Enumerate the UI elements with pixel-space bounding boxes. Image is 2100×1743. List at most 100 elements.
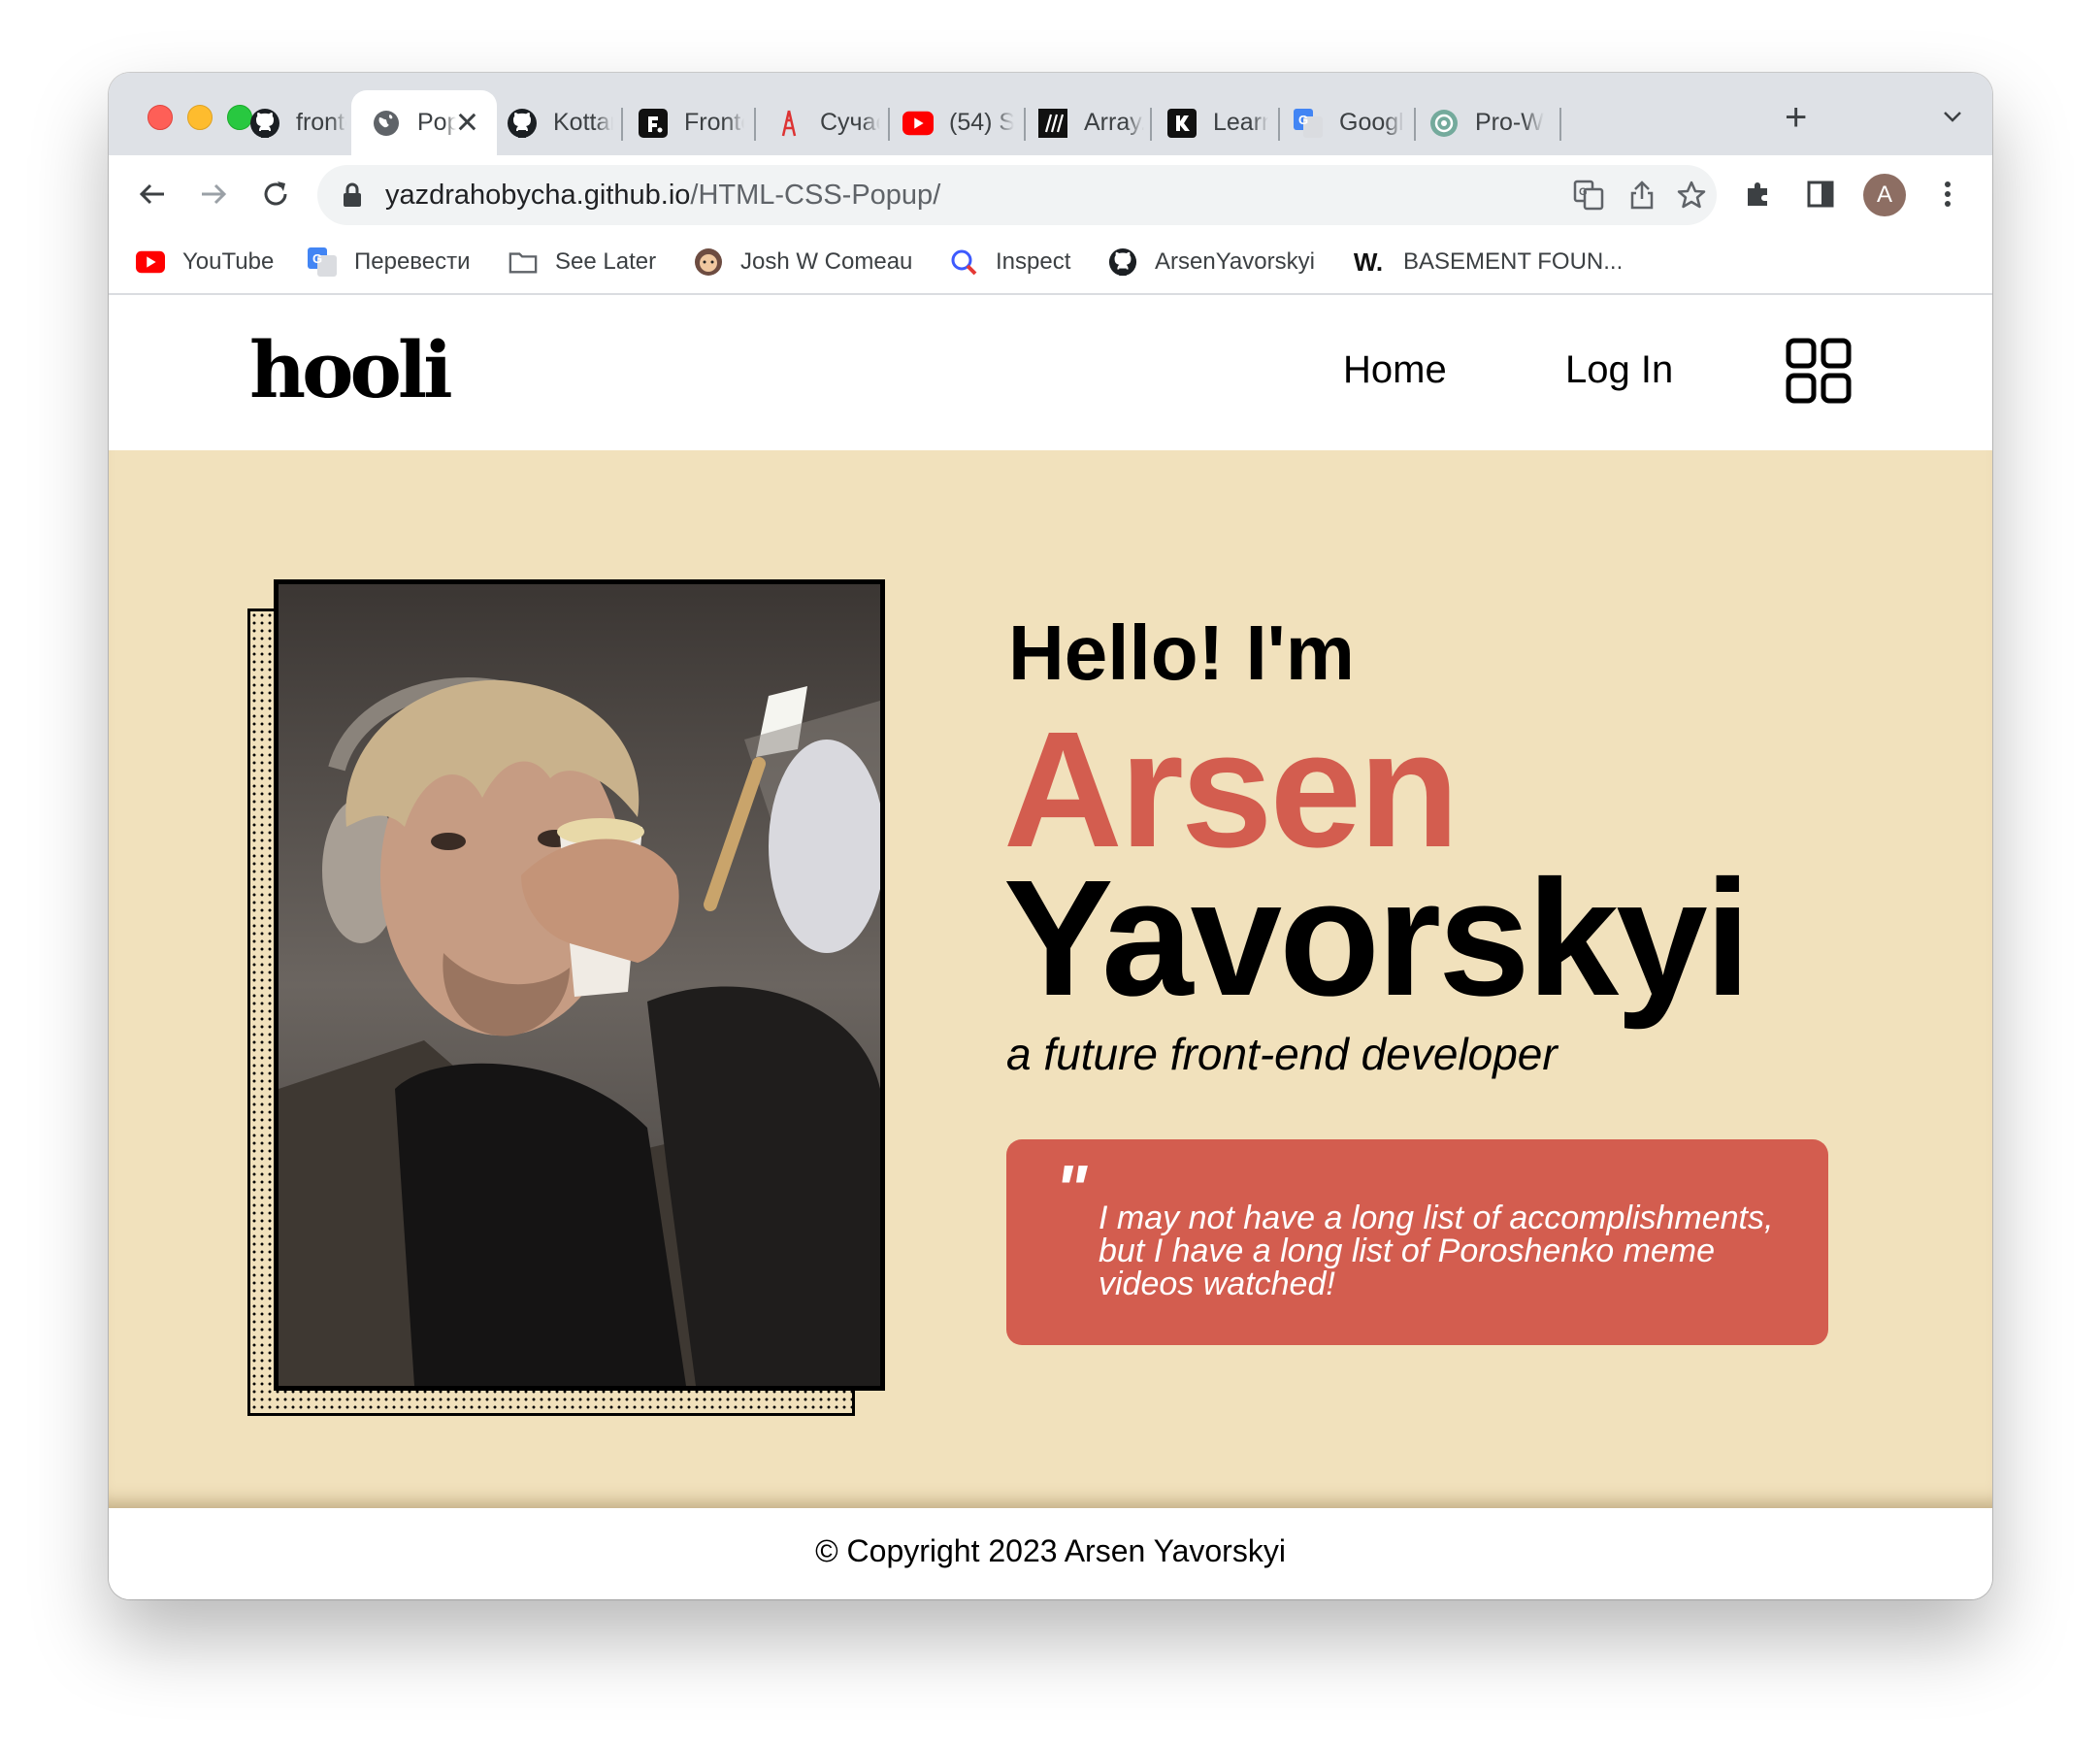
bookmark-see-later[interactable]: See Later [509, 243, 656, 281]
tab-title: Learn [1213, 109, 1268, 136]
tab-kottans[interactable]: Kottans [507, 90, 613, 155]
portrait-image [279, 584, 880, 1386]
profile-avatar[interactable]: A [1863, 174, 1906, 216]
quote-text: I may not have a long list of accomplish… [1099, 1200, 1774, 1302]
close-window-button[interactable] [148, 105, 173, 130]
tab-title: Google [1339, 109, 1404, 136]
youtube-icon [902, 108, 934, 139]
reload-icon [264, 181, 287, 206]
tab-separator [888, 108, 890, 141]
browser-toolbar: yazdrahobycha.github.io/HTML-CSS-Popup/ … [109, 155, 1992, 233]
mdn-icon [1037, 108, 1068, 139]
tower-icon [773, 108, 804, 139]
tab-title: Frontend [684, 109, 744, 136]
tab-title: Сучасна [820, 109, 880, 136]
learn-icon [1166, 108, 1198, 139]
site-footer: © Copyright 2023 Arsen Yavorskyi [109, 1508, 1992, 1599]
lock-icon[interactable] [335, 178, 370, 213]
bookmark-label: YouTube [182, 248, 275, 275]
extensions-icon[interactable] [1739, 175, 1778, 214]
tab-google[interactable]: G Google [1293, 90, 1404, 155]
forward-arrow-icon [202, 183, 227, 205]
bookmark-josh-comeau[interactable]: Josh W Comeau [694, 243, 912, 281]
avatar-icon [694, 247, 723, 277]
github-icon [507, 108, 538, 139]
tab-title: Kottans [553, 109, 613, 136]
quote-mark-icon: " [1055, 1151, 1088, 1227]
github-icon [1108, 247, 1137, 277]
share-icon[interactable] [1624, 178, 1659, 213]
translate-icon[interactable]: G [1571, 178, 1606, 213]
back-arrow-icon [139, 183, 164, 205]
bookmark-inspect[interactable]: Inspect [949, 243, 1070, 281]
close-tab-icon[interactable]: ✕ [455, 106, 479, 140]
inspect-icon [949, 247, 978, 277]
url-path: /HTML-CSS-Popup/ [690, 180, 941, 211]
bookmarks-bar: YouTube G Перевести See Later Josh W Com… [109, 233, 1992, 295]
frontend-mentor-icon [638, 108, 669, 139]
svg-text:G: G [1579, 186, 1588, 198]
nav-home-link[interactable]: Home [1343, 348, 1447, 392]
bookmark-youtube[interactable]: YouTube [136, 243, 274, 281]
grid-menu-icon[interactable] [1786, 338, 1852, 404]
web-page: hooli Home Log In Hello! I'm Arsen Yavor… [109, 295, 1992, 1599]
hero-last-name: Yavorskyi [1003, 846, 1751, 1031]
google-translate-icon: G [308, 247, 337, 277]
tab-frontend-mentor[interactable]: Frontend [638, 90, 744, 155]
side-panel-icon[interactable] [1801, 175, 1840, 214]
bookmark-label: BASEMENT FOUN... [1403, 248, 1624, 275]
copyright-text: © Copyright 2023 Arsen Yavorskyi [815, 1533, 1286, 1568]
tab-title: Array. [1084, 109, 1144, 136]
hero-tagline: a future front-end developer [1006, 1029, 1558, 1079]
tab-search-button[interactable] [1938, 102, 1967, 136]
tab-title: frontend [296, 109, 346, 136]
bookmark-arsen-github[interactable]: ArsenYavorskyi [1108, 243, 1315, 281]
back-button[interactable] [133, 175, 172, 214]
tab-suchasna[interactable]: Сучасна [773, 90, 880, 155]
site-header: hooli Home Log In [109, 295, 1992, 450]
minimize-window-button[interactable] [187, 105, 213, 130]
bookmark-label: Inspect [996, 248, 1071, 275]
tab-title: (54) S [949, 109, 1014, 136]
bookmark-label: Josh W Comeau [740, 248, 913, 275]
folder-icon [509, 247, 538, 277]
tab-separator [621, 108, 623, 141]
reload-button[interactable] [256, 175, 295, 214]
google-translate-icon: G [1293, 108, 1324, 139]
bookmark-translate[interactable]: G Перевести [308, 243, 471, 281]
new-tab-button[interactable]: + [1785, 96, 1807, 140]
address-bar[interactable]: yazdrahobycha.github.io/HTML-CSS-Popup/ … [317, 165, 1717, 225]
tab-separator [1278, 108, 1280, 141]
bookmark-star-icon[interactable] [1674, 178, 1709, 213]
youtube-icon [136, 247, 165, 277]
nav-login-link[interactable]: Log In [1565, 348, 1673, 392]
tab-learn[interactable]: Learn [1166, 90, 1268, 155]
tab-separator [1150, 108, 1152, 141]
forward-button[interactable] [194, 175, 233, 214]
site-logo[interactable]: hooli [249, 324, 453, 415]
tab-separator [1559, 108, 1561, 141]
tab-popup-active[interactable]: Popup ✕ [351, 90, 497, 155]
chevron-down-icon [1944, 112, 1961, 122]
tab-strip: frontend Popup ✕ Kottans Frontend [109, 73, 1992, 155]
bookmark-basement[interactable]: W. BASEMENT FOUN... [1351, 243, 1623, 281]
svg-text:G: G [312, 251, 322, 266]
profile-photo [274, 579, 885, 1391]
w-logo-icon: W. [1353, 247, 1384, 277]
chatgpt-icon [1428, 108, 1460, 139]
tab-frontend[interactable]: frontend [249, 90, 346, 155]
menu-kebab-icon[interactable] [1928, 175, 1967, 214]
tab-separator [1024, 108, 1026, 141]
hero-section: Hello! I'm Arsen Yavorskyi a future fron… [109, 450, 1992, 1508]
svg-text:G: G [1298, 113, 1308, 127]
browser-window: frontend Popup ✕ Kottans Frontend [109, 73, 1992, 1599]
tab-chatgpt[interactable]: Pro-W [1428, 90, 1550, 155]
tab-title: Popup [417, 109, 456, 136]
bookmark-label: ArsenYavorskyi [1155, 248, 1315, 275]
bookmark-label: See Later [555, 248, 657, 275]
tab-youtube[interactable]: (54) S [902, 90, 1014, 155]
tab-title: Pro-W [1475, 109, 1544, 136]
tab-mdn[interactable]: Array. [1037, 90, 1144, 155]
tab-separator [1414, 108, 1416, 141]
github-icon [249, 108, 280, 139]
